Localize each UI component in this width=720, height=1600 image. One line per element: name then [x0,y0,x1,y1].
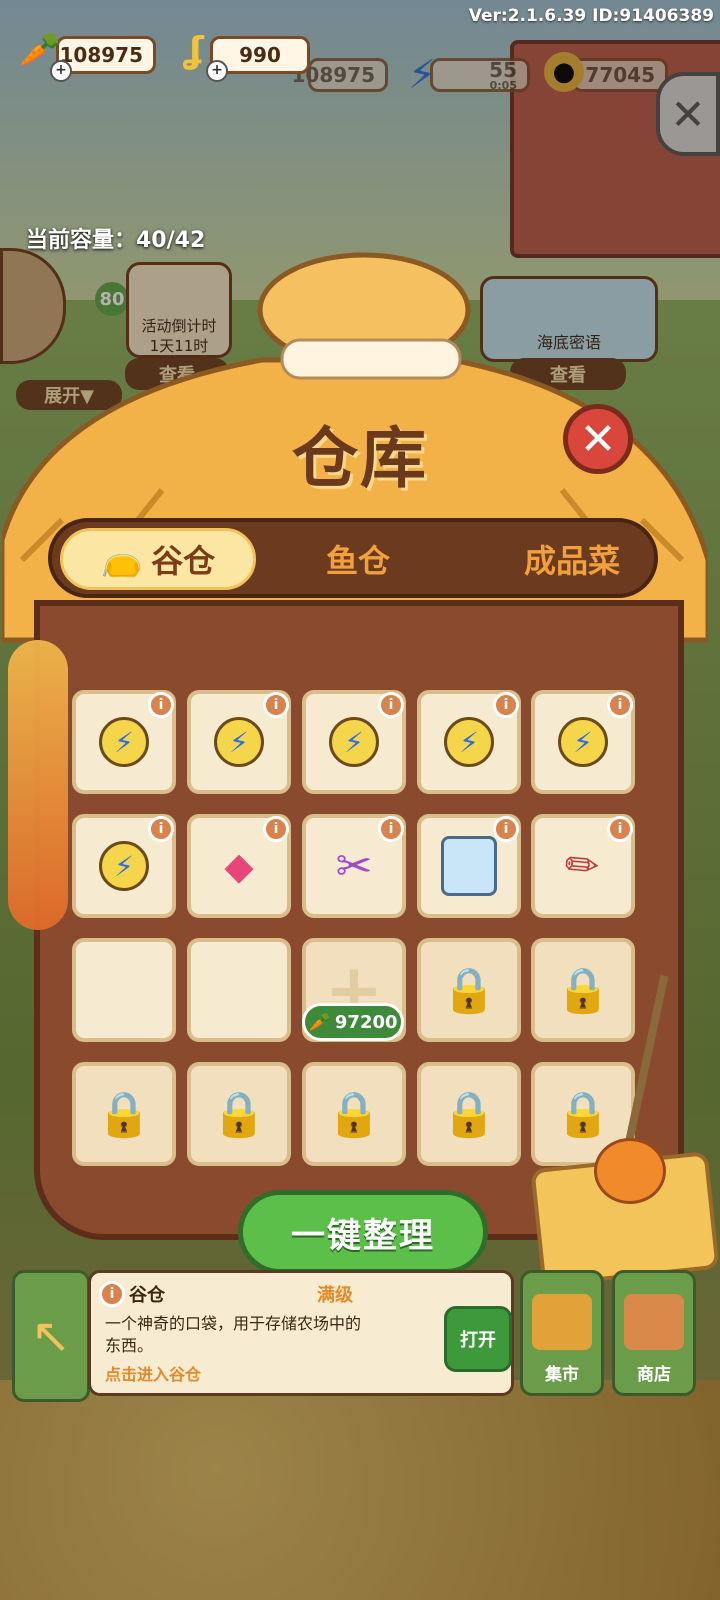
tab-fish-storage[interactable]: 鱼仓 [298,528,418,590]
lock-icon: 🔒 [211,1089,267,1140]
tab-granary-label: 谷仓 [151,542,216,580]
carrot-value: 108975 [59,43,144,67]
tab-dishes-label: 成品菜 [523,542,620,580]
info-mark: i [158,697,164,713]
info-mark: i [388,821,394,837]
organize-label: 一键整理 [291,1215,435,1256]
hook-plus-icon[interactable]: + [206,60,228,82]
locked-slot: 🔒 [417,938,521,1042]
info-icon[interactable]: i [493,692,519,718]
pink-gem-icon: ◆ [224,844,254,888]
empty-slot[interactable] [72,938,176,1042]
market-label: 集市 [545,1365,579,1385]
hook-value: 990 [239,43,281,67]
tab-fish-label: 鱼仓 [325,542,390,580]
info-mark: i [503,821,509,837]
info-icon: i [99,1281,125,1307]
card-title: 谷仓 [129,1285,165,1306]
info-mark: i [109,1286,115,1302]
info-icon[interactable]: i [263,692,289,718]
locked-slot: 🔒 [187,1062,291,1166]
close-icon: ✕ [579,413,617,465]
info-mark: i [388,697,394,713]
info-icon[interactable]: i [148,692,174,718]
card-description: 一个神奇的口袋，用于存储农场中的东西。 [105,1314,362,1355]
info-icon[interactable]: i [263,816,289,842]
scissors-icon: ✂ [335,840,373,892]
energy-coin-icon: ⚡ [558,717,608,767]
energy-coin-icon: ⚡ [99,841,149,891]
market-icon [532,1294,592,1350]
pin-tool-icon: ✎ [555,837,611,895]
carrot-icon: 🥕 [308,1011,331,1033]
info-icon[interactable]: i [493,816,519,842]
info-icon[interactable]: i [607,692,633,718]
shop-icon [624,1294,684,1350]
close-button[interactable]: ✕ [563,404,633,474]
shop-button[interactable]: 商店 [612,1270,696,1396]
info-mark: i [617,821,623,837]
back-arrow-icon: ↖ [30,1308,72,1364]
unlock-price-value: 97200 [334,1011,398,1033]
tab-granary[interactable]: 👝 谷仓 [60,528,256,590]
info-mark: i [273,697,279,713]
pumpkin-decoration [594,1138,666,1204]
carrot-plus-icon[interactable]: + [50,60,72,82]
lock-icon: 🔒 [441,965,497,1016]
card-link[interactable]: 点击进入谷仓 [105,1361,201,1385]
lock-icon: 🔒 [441,1089,497,1140]
locked-slot: 🔒 [302,1062,406,1166]
locked-slot: 🔒 [72,1062,176,1166]
info-icon[interactable]: i [607,816,633,842]
lunch-box-icon [441,836,497,896]
warehouse-title: 仓库 [292,420,428,497]
shop-label: 商店 [637,1365,671,1385]
tab-dishes[interactable]: 成品菜 [492,528,652,590]
open-button[interactable]: 打开 [444,1306,512,1372]
info-icon[interactable]: i [378,692,404,718]
granary-sack-icon: 👝 [100,539,144,579]
corn-hanging-decoration [8,640,68,930]
energy-coin-icon: ⚡ [99,717,149,767]
warehouse-tabs: 👝 谷仓 鱼仓 成品菜 [48,518,658,598]
organize-button[interactable]: 一键整理 [238,1190,488,1274]
version-id-text: Ver:2.1.6.39 ID:91406389 [468,6,714,26]
info-mark: i [273,821,279,837]
energy-coin-icon: ⚡ [444,717,494,767]
unlock-price-badge[interactable]: 🥕 97200 [302,1003,404,1041]
market-button[interactable]: 集市 [520,1270,604,1396]
info-icon[interactable]: i [378,816,404,842]
lock-icon: 🔒 [555,1089,611,1140]
open-label: 打开 [460,1330,496,1351]
info-mark: i [617,697,623,713]
card-level: 满级 [317,1285,353,1306]
back-button[interactable]: ↖ [12,1270,90,1402]
info-icon[interactable]: i [148,816,174,842]
info-mark: i [158,821,164,837]
energy-coin-icon: ⚡ [214,717,264,767]
energy-coin-icon: ⚡ [329,717,379,767]
lock-icon: 🔒 [96,1089,152,1140]
empty-slot[interactable] [187,938,291,1042]
locked-slot: 🔒 [417,1062,521,1166]
locked-slot: 🔒 [531,938,635,1042]
lock-icon: 🔒 [326,1089,382,1140]
info-mark: i [503,697,509,713]
lock-icon: 🔒 [555,965,611,1016]
